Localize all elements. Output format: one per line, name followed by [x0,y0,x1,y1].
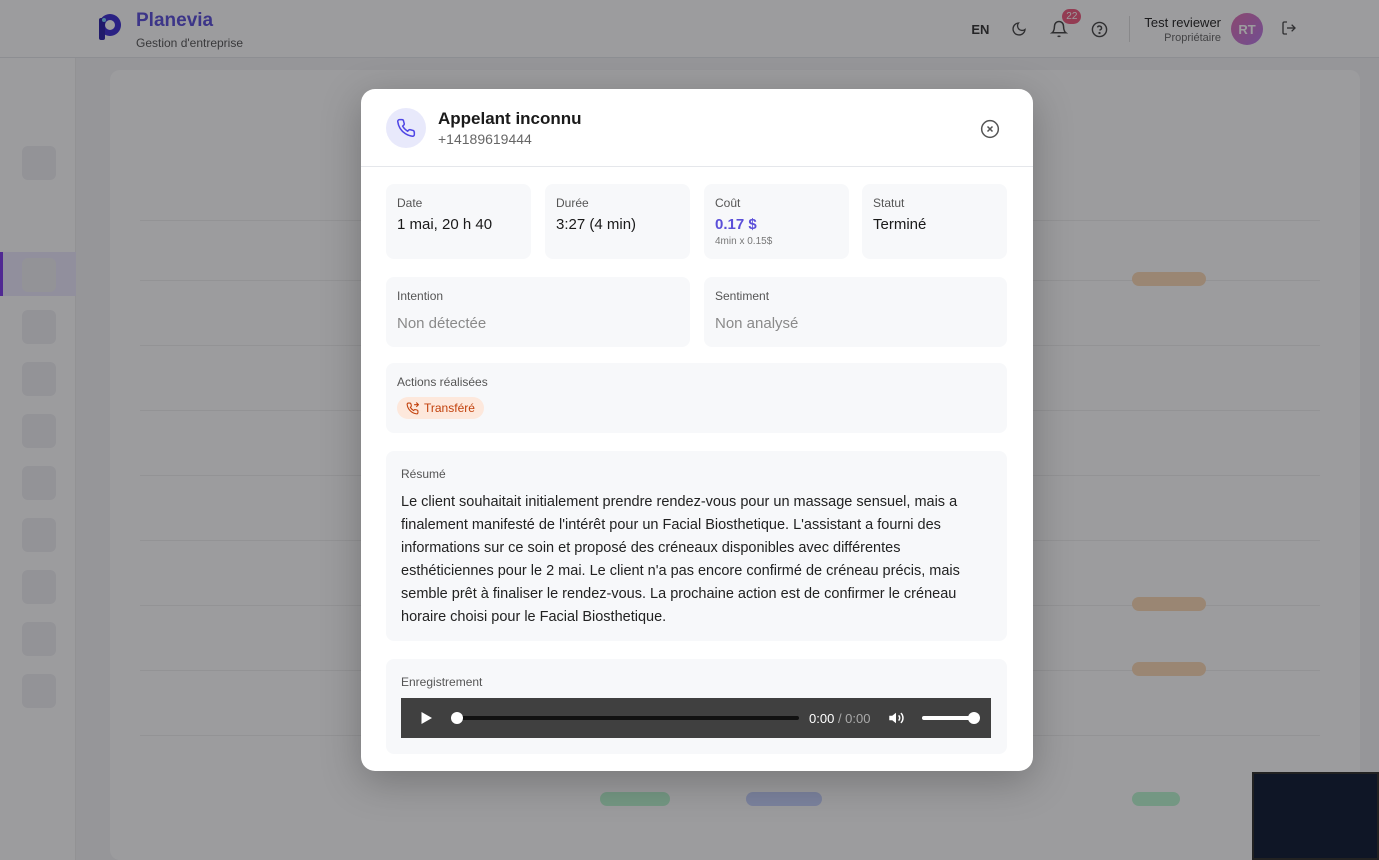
status-card: Statut Terminé [862,184,1007,259]
summary-card: Résumé Le client souhaitait initialement… [386,451,1007,641]
recording-card: Enregistrement 0:00 / 0:00 [386,659,1007,754]
summary-label: Résumé [401,467,446,481]
sentiment-value: Non analysé [715,315,799,332]
cost-detail: 4min x 0.15$ [715,236,773,247]
status-value: Terminé [873,216,927,233]
picture-in-picture-preview[interactable] [1252,772,1379,860]
volume-icon[interactable] [886,709,906,727]
status-label: Statut [873,196,905,210]
caller-number: +14189619444 [438,131,532,147]
duration-label: Durée [556,196,589,210]
date-label: Date [397,196,423,210]
actions-label: Actions réalisées [397,375,488,389]
action-tag: Transféré [397,397,484,419]
phone-forward-icon [406,401,419,414]
time-readout: 0:00 / 0:00 [809,711,870,726]
action-tag-label: Transféré [424,401,475,415]
summary-text: Le client souhaitait initialement prendr… [401,494,960,625]
time-current: 0:00 [809,710,835,726]
play-icon[interactable] [417,709,435,727]
volume-handle[interactable] [968,712,981,724]
intent-card: Intention Non détectée [386,277,690,347]
call-details-modal: Appelant inconnu +14189619444 Date 1 mai… [361,89,1033,771]
actions-card: Actions réalisées Transféré [386,363,1007,433]
audio-player[interactable]: 0:00 / 0:00 [401,698,991,738]
cost-label: Coût [715,196,741,210]
volume-slider[interactable] [922,712,981,724]
close-icon[interactable] [980,119,1000,139]
modal-header: Appelant inconnu +14189619444 [361,89,1033,167]
date-card: Date 1 mai, 20 h 40 [386,184,531,259]
sentiment-label: Sentiment [715,289,770,303]
phone-icon [386,108,426,148]
duration-card: Durée 3:27 (4 min) [545,184,690,259]
intent-label: Intention [397,289,444,303]
progress-handle[interactable] [451,712,463,724]
duration-value: 3:27 (4 min) [556,216,637,233]
sentiment-card: Sentiment Non analysé [704,277,1007,347]
intent-value: Non détectée [397,315,487,332]
time-total: 0:00 [845,710,871,726]
cost-value: 0.17 $ [715,216,757,233]
date-value: 1 mai, 20 h 40 [397,216,493,233]
progress-track[interactable] [451,712,799,724]
caller-name: Appelant inconnu [438,109,582,128]
recording-label: Enregistrement [401,675,483,689]
cost-card: Coût 0.17 $ 4min x 0.15$ [704,184,849,259]
